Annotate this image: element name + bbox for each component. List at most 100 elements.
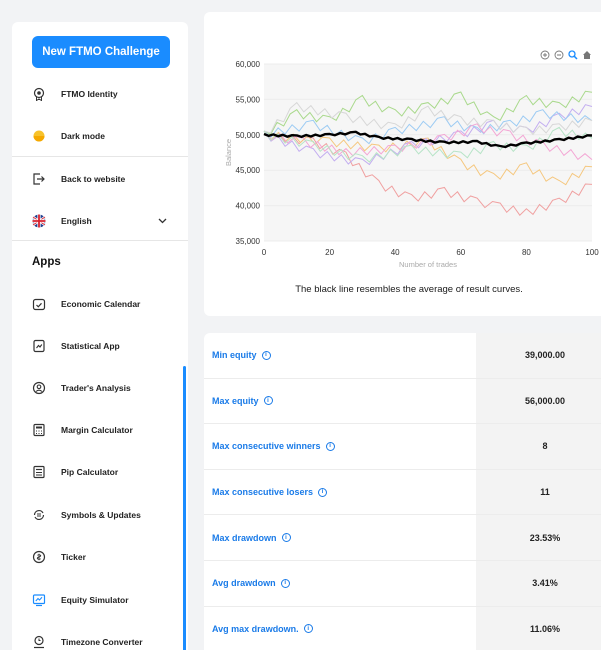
sidebar-item-label: Trader's Analysis: [61, 383, 131, 393]
info-icon[interactable]: i: [325, 441, 335, 451]
ticker-icon: [32, 550, 46, 564]
stat-label: Max equity i: [212, 396, 273, 406]
sidebar-item-timezone-converter[interactable]: Timezone Converter: [12, 622, 188, 650]
sidebar-item-economic-calendar[interactable]: Economic Calendar: [12, 284, 188, 324]
stat-label-text: Max drawdown: [212, 532, 277, 543]
sidebar-item-margin-calculator[interactable]: Margin Calculator: [12, 410, 188, 450]
language-label: English: [61, 216, 92, 226]
stat-value: 56,000.00: [476, 378, 601, 424]
divider: [12, 156, 188, 157]
pip-calculator-icon: [32, 465, 46, 479]
plot-area: [264, 64, 592, 241]
stat-label: Min equity i: [212, 350, 271, 360]
y-tick-label: 40,000: [236, 202, 261, 211]
stat-value: 11.06%: [476, 606, 601, 650]
y-tick-label: 55,000: [236, 95, 261, 104]
stat-row: Max equity i 56,000.00: [204, 378, 601, 425]
sidebar-item-label: Margin Calculator: [61, 425, 133, 435]
stat-label-text: Max consecutive winners: [212, 441, 321, 452]
stat-label: Max drawdown i: [212, 533, 291, 543]
stat-row: Avg max drawdown. i 11.06%: [204, 606, 601, 650]
info-icon[interactable]: i: [318, 487, 328, 497]
calculator-icon: [32, 423, 46, 437]
sidebar: New FTMO Challenge FTMO Identity Dark mo…: [12, 22, 188, 650]
new-challenge-button[interactable]: New FTMO Challenge: [32, 36, 170, 68]
stat-value: 3.41%: [476, 561, 601, 606]
sidebar-item-traders-analysis[interactable]: Trader's Analysis: [12, 368, 188, 408]
sidebar-item-label: FTMO Identity: [61, 89, 118, 99]
sidebar-item-label: Economic Calendar: [61, 299, 141, 309]
stat-label-text: Max equity: [212, 395, 259, 406]
uk-flag-icon: [32, 214, 46, 228]
sidebar-scrollbar[interactable]: [183, 366, 186, 650]
x-tick-label: 80: [522, 248, 531, 257]
y-tick-label: 35,000: [236, 237, 261, 246]
equity-chart-card: 35,000 40,000 45,000 50,000 55,000 60,000 0 20 4…: [204, 12, 601, 316]
sidebar-item-label: Dark mode: [61, 131, 105, 141]
sidebar-item-ticker[interactable]: Ticker: [12, 537, 188, 577]
exit-icon: [32, 172, 46, 186]
moon-toggle-icon: [32, 129, 46, 143]
apps-heading: Apps: [32, 256, 61, 268]
symbols-icon: [32, 508, 46, 522]
x-axis-label: Number of trades: [399, 260, 457, 269]
badge-icon: [32, 87, 46, 101]
info-icon[interactable]: i: [303, 624, 313, 634]
y-tick-label: 50,000: [236, 131, 261, 140]
x-tick-label: 20: [325, 248, 334, 257]
stat-label: Max consecutive winners i: [212, 441, 335, 451]
stat-row: Max consecutive winners i 8: [204, 424, 601, 470]
stat-label-text: Avg drawdown: [212, 578, 276, 589]
sidebar-item-statistical-app[interactable]: Statistical App: [12, 326, 188, 366]
sidebar-item-label: Pip Calculator: [61, 467, 119, 477]
info-icon[interactable]: i: [280, 578, 290, 588]
stat-value: 39,000.00: [476, 333, 601, 378]
stat-value: 23.53%: [476, 515, 601, 560]
stat-row: Max consecutive losers i 11: [204, 469, 601, 516]
sidebar-item-pip-calculator[interactable]: Pip Calculator: [12, 452, 188, 492]
x-tick-label: 40: [391, 248, 400, 257]
dark-mode-toggle[interactable]: Dark mode: [12, 116, 188, 156]
sidebar-item-label: Ticker: [61, 552, 86, 562]
y-tick-label: 60,000: [236, 60, 261, 69]
sidebar-item-label: Symbols & Updates: [61, 510, 141, 520]
language-select[interactable]: English: [12, 201, 188, 241]
simulator-icon: [32, 593, 46, 607]
stats-icon: [32, 339, 46, 353]
stat-label: Avg drawdown i: [212, 578, 290, 588]
chart-caption: The black line resembles the average of …: [295, 284, 523, 295]
y-axis-label: Balance: [224, 139, 233, 166]
stat-value: 8: [476, 424, 601, 469]
stat-row: Avg drawdown i 3.41%: [204, 561, 601, 607]
sidebar-item-label: Back to website: [61, 174, 126, 184]
stats-table: Min equity i 39,000.00 Max equity i 56,000.00…: [204, 333, 601, 650]
timezone-icon: [32, 635, 46, 649]
stat-label-text: Max consecutive losers: [212, 487, 314, 498]
stat-label: Avg max drawdown. i: [212, 624, 313, 634]
info-icon[interactable]: i: [261, 350, 271, 360]
stat-row: Min equity i 39,000.00: [204, 333, 601, 379]
sidebar-item-symbols-updates[interactable]: Symbols & Updates: [12, 495, 188, 535]
analysis-icon: [32, 381, 46, 395]
info-icon[interactable]: i: [263, 396, 273, 406]
x-tick-label: 60: [456, 248, 465, 257]
x-tick-label: 0: [262, 248, 267, 257]
chevron-down-icon: [158, 216, 167, 226]
sidebar-item-identity[interactable]: FTMO Identity: [12, 74, 188, 114]
sidebar-item-back-to-website[interactable]: Back to website: [12, 159, 188, 199]
sidebar-item-equity-simulator[interactable]: Equity Simulator: [12, 580, 188, 620]
stat-label-text: Min equity: [212, 350, 257, 361]
equity-line-chart: 35,000 40,000 45,000 50,000 55,000 60,000 0 20 4…: [224, 60, 599, 269]
y-tick-label: 45,000: [236, 166, 261, 175]
stat-value: 11: [476, 469, 601, 515]
x-tick-label: 100: [585, 248, 599, 257]
sidebar-item-label: Statistical App: [61, 341, 120, 351]
sidebar-item-label: Equity Simulator: [61, 595, 129, 605]
divider: [12, 240, 188, 241]
stat-label: Max consecutive losers i: [212, 487, 328, 498]
calendar-icon: [32, 297, 46, 311]
stat-label-text: Avg max drawdown.: [212, 623, 299, 634]
info-icon[interactable]: i: [281, 533, 291, 543]
stat-row: Max drawdown i 23.53%: [204, 515, 601, 561]
sidebar-item-label: Timezone Converter: [61, 637, 143, 647]
